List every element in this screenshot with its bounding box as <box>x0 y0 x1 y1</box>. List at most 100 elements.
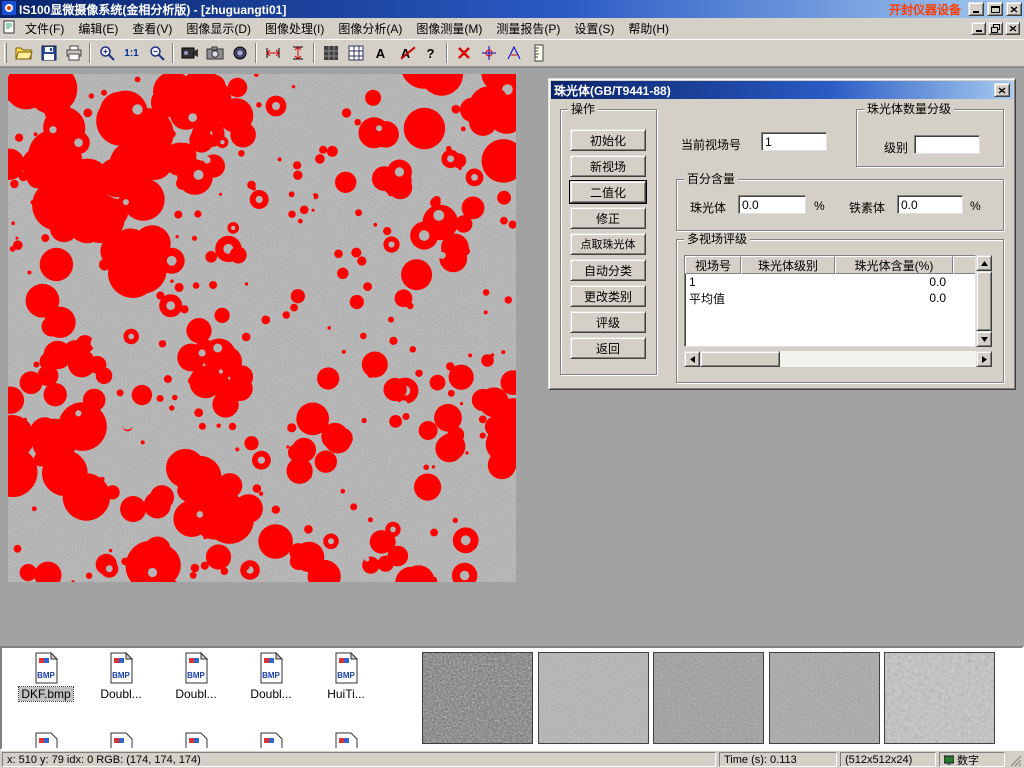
zoom-in-button[interactable] <box>94 41 119 65</box>
correct-button[interactable]: 修正 <box>570 207 646 229</box>
binarize-button[interactable]: 二值化 <box>570 181 646 203</box>
svg-text:BMP: BMP <box>187 671 205 680</box>
pick-pearlite-button[interactable]: 点取珠光体 <box>570 233 646 255</box>
file-item[interactable]: BMP Doubl... <box>160 652 232 704</box>
binary-image-button[interactable] <box>318 41 343 65</box>
sample-thumbnail[interactable] <box>422 652 533 744</box>
measure-width-button[interactable] <box>260 41 285 65</box>
table-header-row: 视场号 珠光体级别 珠光体含量(%) 铁素体 <box>685 256 975 274</box>
menu-image-display[interactable]: 图像显示(D) <box>179 17 258 40</box>
toolbar-grip[interactable] <box>4 43 7 63</box>
dialog-body: 操作 初始化 新视场 二值化 修正 点取珠光体 自动分类 更改类别 评级 返回 … <box>551 99 1013 387</box>
scroll-down-button[interactable] <box>976 331 992 347</box>
resize-grip[interactable] <box>1008 752 1022 767</box>
return-button[interactable]: 返回 <box>570 337 646 359</box>
print-button[interactable] <box>61 41 86 65</box>
file-item[interactable]: BMP HuiTi... <box>310 652 382 704</box>
window-title: IS100显微摄像系统(金相分析版) - [zhuguangti01] <box>19 1 286 18</box>
menu-image-process[interactable]: 图像处理(I) <box>258 17 331 40</box>
close-button[interactable] <box>1006 2 1022 16</box>
current-field-input[interactable] <box>761 132 827 151</box>
scroll-left-button[interactable] <box>684 351 700 367</box>
rate-button[interactable]: 评级 <box>570 311 646 333</box>
file-item-partial[interactable] <box>235 732 307 750</box>
mdi-close-button[interactable] <box>1005 22 1020 35</box>
micrograph-image[interactable] <box>8 74 516 582</box>
text-delete-button[interactable]: A <box>393 41 418 65</box>
file-item-partial[interactable] <box>85 732 157 750</box>
sample-thumbnail[interactable] <box>769 652 880 744</box>
minimize-button[interactable] <box>968 2 984 16</box>
file-item[interactable]: BMP Doubl... <box>85 652 157 704</box>
menu-file[interactable]: 文件(F) <box>18 17 71 40</box>
measure-height-button[interactable] <box>285 41 310 65</box>
scroll-up-button[interactable] <box>976 255 992 271</box>
pearlite-percent-input[interactable] <box>738 195 806 214</box>
table-row[interactable]: 平均值 0.0 <box>685 290 975 306</box>
actual-size-button[interactable]: 1:1 <box>119 41 144 65</box>
bmp-file-icon: BMP <box>330 673 362 687</box>
grade-level-label: 级别 <box>884 139 908 156</box>
open-button[interactable] <box>11 41 36 65</box>
ferrite-percent-input[interactable] <box>897 195 963 214</box>
file-item-partial[interactable] <box>310 732 382 750</box>
close-icon <box>1009 25 1017 32</box>
mdi-minimize-button[interactable] <box>971 22 986 35</box>
multi-field-table[interactable]: 视场号 珠光体级别 珠光体含量(%) 铁素体 1 0.0 平均值 0.0 <box>684 255 976 347</box>
mdi-restore-button[interactable] <box>988 22 1003 35</box>
point-marker-button[interactable] <box>476 41 501 65</box>
file-item[interactable]: BMP Doubl... <box>235 652 307 704</box>
new-field-button[interactable]: 新视场 <box>570 155 646 177</box>
calibration-ruler-button[interactable] <box>526 41 551 65</box>
file-item-partial[interactable] <box>10 732 82 750</box>
maximize-button[interactable] <box>987 2 1003 16</box>
col-field-no[interactable]: 视场号 <box>685 256 741 274</box>
col-pearlite-content[interactable]: 珠光体含量(%) <box>835 256 953 274</box>
auto-classify-button[interactable]: 自动分类 <box>570 259 646 281</box>
init-button[interactable]: 初始化 <box>570 129 646 151</box>
dialog-close-button[interactable] <box>994 83 1010 97</box>
file-item[interactable]: BMP DKF.bmp <box>10 652 82 704</box>
text-annotate-button[interactable]: A <box>368 41 393 65</box>
table-horizontal-scrollbar[interactable] <box>684 351 992 367</box>
save-button[interactable] <box>36 41 61 65</box>
cell-field-no: 平均值 <box>685 290 741 307</box>
table-row[interactable]: 1 0.0 <box>685 274 975 290</box>
scroll-thumb[interactable] <box>976 271 992 331</box>
scroll-track[interactable] <box>780 351 976 367</box>
sample-thumbnail[interactable] <box>653 652 764 744</box>
menu-settings[interactable]: 设置(S) <box>567 17 621 40</box>
col-ferrite[interactable]: 铁素体 <box>953 256 976 274</box>
camera-capture-button[interactable] <box>202 41 227 65</box>
menu-image-analysis[interactable]: 图像分析(A) <box>331 17 409 40</box>
mdi-child-icon[interactable] <box>2 20 16 37</box>
table-vertical-scrollbar[interactable] <box>976 255 992 347</box>
sample-thumbnail[interactable] <box>538 652 649 744</box>
help-button[interactable]: ? <box>418 41 443 65</box>
zoom-in-icon <box>99 45 115 61</box>
menu-help[interactable]: 帮助(H) <box>621 17 676 40</box>
menu-edit[interactable]: 编辑(E) <box>71 17 125 40</box>
video-capture-button[interactable] <box>177 41 202 65</box>
grid-table-icon <box>348 45 364 61</box>
zoom-out-button[interactable] <box>144 41 169 65</box>
toolbar-separator <box>255 43 257 63</box>
toolbar-separator <box>446 43 448 63</box>
change-class-button[interactable]: 更改类别 <box>570 285 646 307</box>
live-view-button[interactable] <box>227 41 252 65</box>
bmp-file-icon: BMP <box>30 673 62 687</box>
grade-level-input[interactable] <box>914 135 980 154</box>
angle-measure-button[interactable] <box>501 41 526 65</box>
delete-measures-button[interactable] <box>451 41 476 65</box>
data-table-button[interactable] <box>343 41 368 65</box>
scroll-right-button[interactable] <box>976 351 992 367</box>
dialog-titlebar[interactable]: 珠光体(GB/T9441-88) <box>551 81 1013 99</box>
col-pearlite-level[interactable]: 珠光体级别 <box>741 256 835 274</box>
menu-measure-report[interactable]: 测量报告(P) <box>489 17 567 40</box>
svg-text:BMP: BMP <box>337 671 355 680</box>
menu-image-measure[interactable]: 图像测量(M) <box>409 17 489 40</box>
scroll-thumb[interactable] <box>700 351 780 367</box>
file-item-partial[interactable] <box>160 732 232 750</box>
sample-thumbnail[interactable] <box>884 652 995 744</box>
menu-view[interactable]: 查看(V) <box>125 17 179 40</box>
